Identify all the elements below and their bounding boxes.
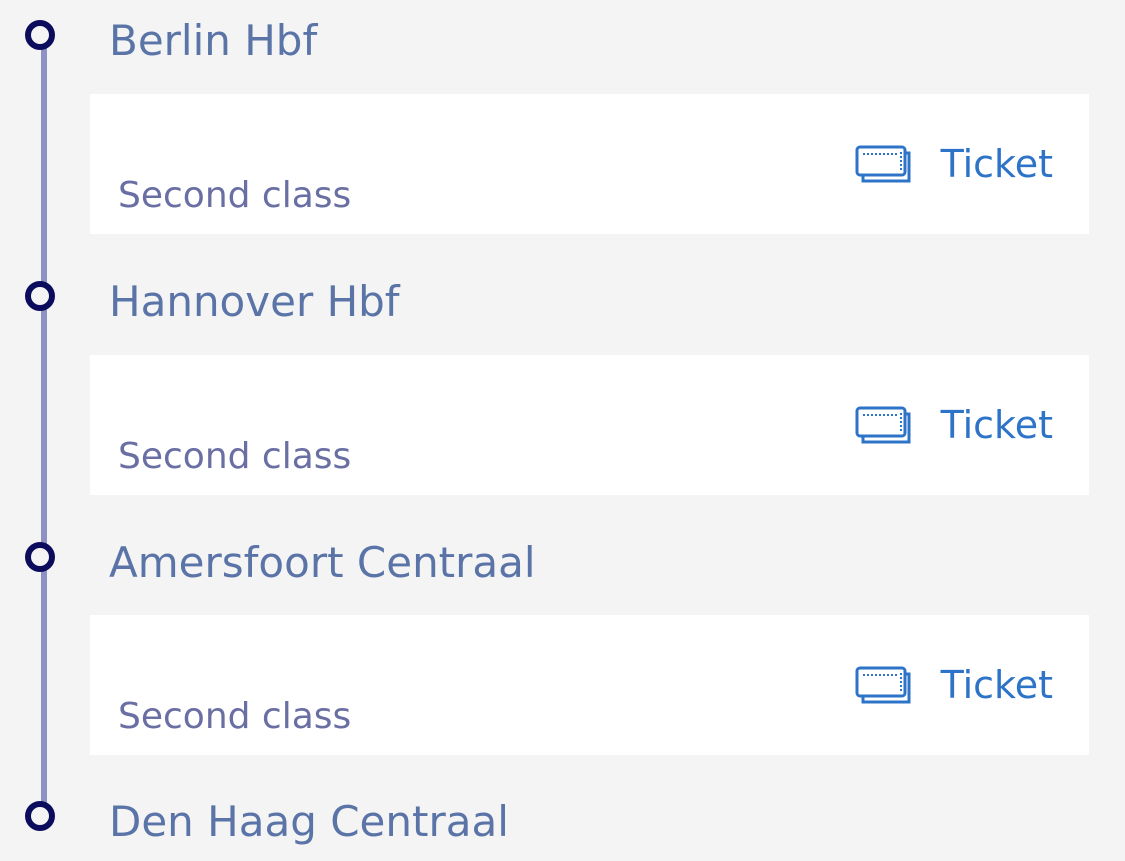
ticket-icon xyxy=(855,145,911,183)
route-line xyxy=(41,40,47,815)
stop-name-amersfoort: Amersfoort Centraal xyxy=(109,538,536,587)
journey-timeline: Berlin Hbf Second class Ticket Hannover … xyxy=(0,0,1125,861)
ticket-icon xyxy=(855,406,911,444)
ticket-label: Ticket xyxy=(940,403,1053,447)
stop-name-hannover: Hannover Hbf xyxy=(109,277,400,326)
travel-class: Second class xyxy=(118,175,352,216)
stop-marker-icon xyxy=(25,20,55,50)
ticket-button[interactable]: Ticket xyxy=(855,140,1053,188)
stop-name-den-haag: Den Haag Centraal xyxy=(109,797,509,846)
travel-class: Second class xyxy=(118,436,352,477)
leg-card: Second class Ticket xyxy=(90,615,1089,755)
leg-card: Second class Ticket xyxy=(90,94,1089,234)
stop-marker-icon xyxy=(25,801,55,831)
stop-marker-icon xyxy=(25,542,55,572)
ticket-label: Ticket xyxy=(940,663,1053,707)
ticket-icon xyxy=(855,666,911,704)
stop-name-berlin: Berlin Hbf xyxy=(109,16,318,65)
ticket-button[interactable]: Ticket xyxy=(855,401,1053,449)
ticket-button[interactable]: Ticket xyxy=(855,661,1053,709)
ticket-label: Ticket xyxy=(940,142,1053,186)
leg-card: Second class Ticket xyxy=(90,355,1089,495)
travel-class: Second class xyxy=(118,696,352,737)
stop-marker-icon xyxy=(25,281,55,311)
